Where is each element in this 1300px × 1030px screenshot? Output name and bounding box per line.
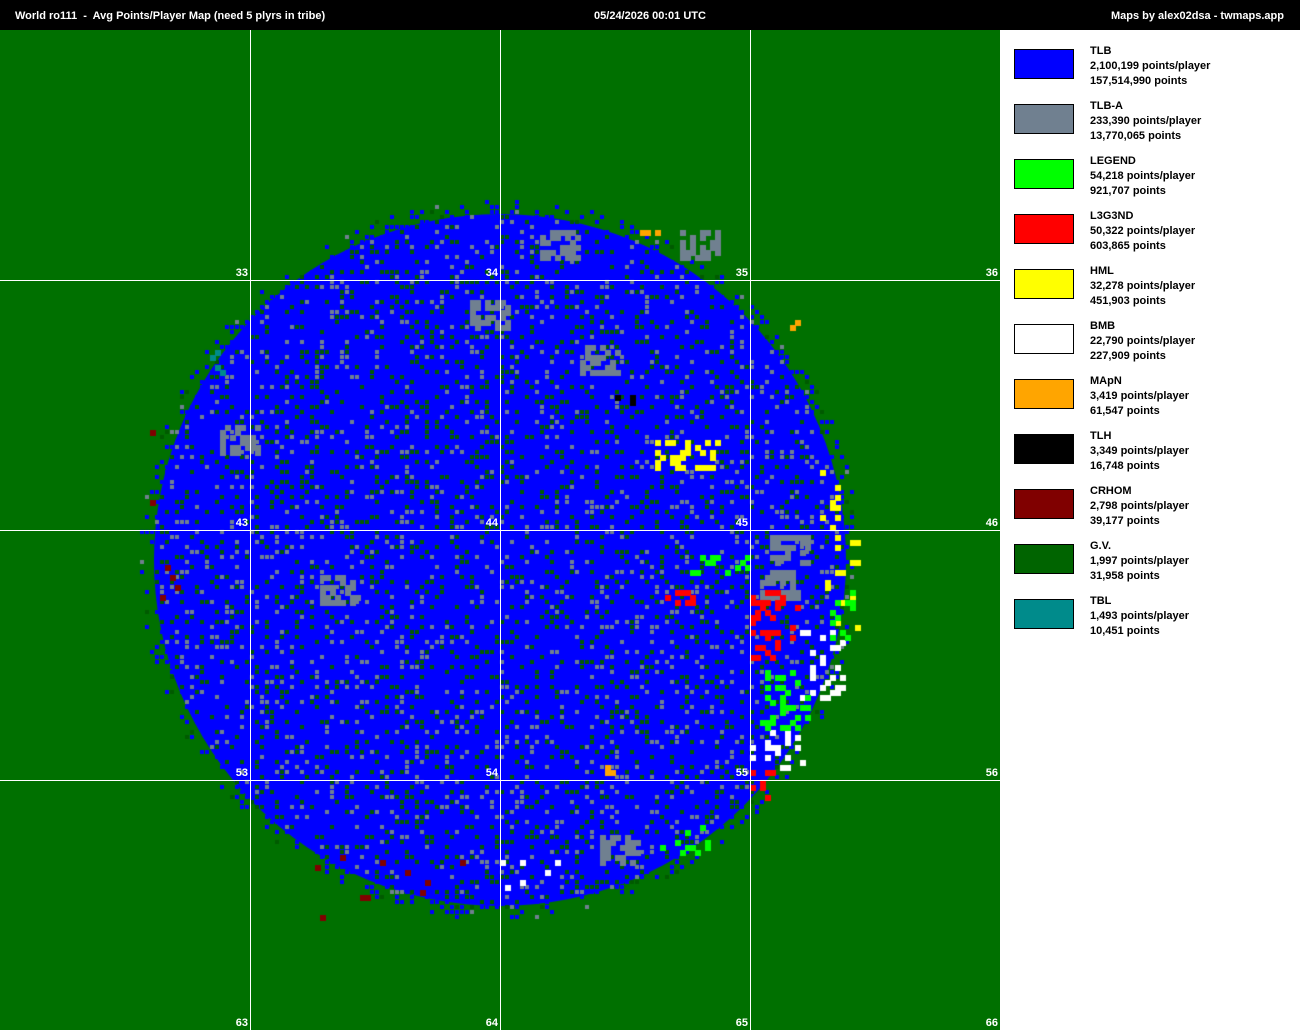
legend-tribe-name: TLB-A [1090, 100, 1123, 112]
continent-label: 55 [735, 767, 748, 779]
continent-label: 56 [985, 767, 998, 779]
legend-text: TLH 3,349 points/player 16,748 points [1090, 429, 1189, 474]
legend-item: TBL 1,493 points/player 10,451 points [1014, 594, 1294, 649]
legend-avg-points: 1,997 points/player [1090, 555, 1190, 567]
legend-text: G.V. 1,997 points/player 31,958 points [1090, 539, 1189, 584]
continent-label: 45 [735, 517, 748, 529]
legend-swatch [1014, 434, 1074, 464]
continent-label: 64 [485, 1017, 498, 1029]
legend-item: MApN 3,419 points/player 61,547 points [1014, 374, 1294, 429]
legend-item: HML 32,278 points/player 451,903 points [1014, 264, 1294, 319]
legend-total-points: 451,903 points [1090, 295, 1166, 307]
legend-item: L3G3ND 50,322 points/player 603,865 points [1014, 209, 1294, 264]
map-timestamp: 05/24/2026 00:01 UTC [594, 10, 706, 22]
legend-avg-points: 50,322 points/player [1090, 225, 1196, 237]
legend-total-points: 13,770,065 points [1090, 130, 1182, 142]
legend-tribe-name: TLB [1090, 45, 1112, 57]
legend-swatch [1014, 324, 1074, 354]
legend-avg-points: 2,798 points/player [1090, 500, 1190, 512]
continent-label: 34 [485, 267, 498, 279]
legend-swatch [1014, 269, 1074, 299]
continent-label: 66 [985, 1017, 998, 1029]
legend-tribe-name: L3G3ND [1090, 210, 1134, 222]
legend-total-points: 39,177 points [1090, 515, 1160, 527]
legend-avg-points: 3,349 points/player [1090, 445, 1190, 457]
legend-item: LEGEND 54,218 points/player 921,707 points [1014, 154, 1294, 209]
legend-total-points: 10,451 points [1090, 625, 1160, 637]
map-credit[interactable]: Maps by alex02dsa - twmaps.app [1111, 10, 1284, 22]
legend-tribe-name: MApN [1090, 375, 1122, 387]
legend-tribe-name: LEGEND [1090, 155, 1136, 167]
legend-swatch [1014, 489, 1074, 519]
legend-item: CRHOM 2,798 points/player 39,177 points [1014, 484, 1294, 539]
legend-avg-points: 233,390 points/player [1090, 115, 1202, 127]
legend-swatch [1014, 104, 1074, 134]
legend-item: TLB 2,100,199 points/player 157,514,990 po… [1014, 44, 1294, 99]
continent-label: 65 [735, 1017, 748, 1029]
continent-label: 63 [235, 1017, 248, 1029]
continent-label: 36 [985, 267, 998, 279]
legend-total-points: 16,748 points [1090, 460, 1160, 472]
legend-text: TBL 1,493 points/player 10,451 points [1090, 594, 1189, 639]
continent-label: 53 [235, 767, 248, 779]
continent-label: 43 [235, 517, 248, 529]
legend-tribe-name: HML [1090, 265, 1114, 277]
legend-item: G.V. 1,997 points/player 31,958 points [1014, 539, 1294, 594]
continent-label: 33 [235, 267, 248, 279]
legend-avg-points: 1,493 points/player [1090, 610, 1190, 622]
continent-label: 46 [985, 517, 998, 529]
legend-avg-points: 3,419 points/player [1090, 390, 1190, 402]
legend-tribe-name: CRHOM [1090, 485, 1132, 497]
grid-line-vertical [750, 30, 751, 1030]
continent-label: 44 [485, 517, 498, 529]
legend-swatch [1014, 599, 1074, 629]
legend-total-points: 61,547 points [1090, 405, 1160, 417]
legend-total-points: 227,909 points [1090, 350, 1166, 362]
legend-total-points: 157,514,990 points [1090, 75, 1188, 87]
legend-swatch [1014, 159, 1074, 189]
legend-tribe-name: BMB [1090, 320, 1116, 332]
legend-total-points: 921,707 points [1090, 185, 1166, 197]
legend-text: TLB 2,100,199 points/player 157,514,990 po… [1090, 44, 1210, 89]
grid-line-horizontal [0, 780, 1000, 781]
legend-swatch [1014, 214, 1074, 244]
legend-swatch [1014, 544, 1074, 574]
header-bar: World ro111 - Avg Points/Player Map (nee… [0, 0, 1300, 30]
legend-avg-points: 32,278 points/player [1090, 280, 1196, 292]
legend-tribe-name: TLH [1090, 430, 1112, 442]
legend-text: L3G3ND 50,322 points/player 603,865 points [1090, 209, 1195, 254]
legend-item: BMB 22,790 points/player 227,909 points [1014, 319, 1294, 374]
legend-item: TLH 3,349 points/player 16,748 points [1014, 429, 1294, 484]
legend-total-points: 603,865 points [1090, 240, 1166, 252]
legend-text: CRHOM 2,798 points/player 39,177 points [1090, 484, 1189, 529]
legend-swatch [1014, 379, 1074, 409]
legend-tribe-name: G.V. [1090, 540, 1111, 552]
legend-text: TLB-A 233,390 points/player 13,770,065 poi… [1090, 99, 1201, 144]
legend-text: LEGEND 54,218 points/player 921,707 points [1090, 154, 1195, 199]
continent-label: 54 [485, 767, 498, 779]
legend-text: MApN 3,419 points/player 61,547 points [1090, 374, 1189, 419]
legend-avg-points: 54,218 points/player [1090, 170, 1196, 182]
world-map[interactable]: 33 34 35 36 43 44 45 46 53 54 55 56 63 64 65 66 [0, 30, 1000, 1030]
tribe-legend: TLB 2,100,199 points/player 157,514,990 po… [1014, 44, 1294, 649]
legend-text: BMB 22,790 points/player 227,909 points [1090, 319, 1195, 364]
legend-avg-points: 2,100,199 points/player [1090, 60, 1211, 72]
continent-label: 35 [735, 267, 748, 279]
legend-text: HML 32,278 points/player 451,903 points [1090, 264, 1195, 309]
legend-item: TLB-A 233,390 points/player 13,770,065 poi… [1014, 99, 1294, 154]
legend-avg-points: 22,790 points/player [1090, 335, 1196, 347]
grid-line-horizontal [0, 530, 1000, 531]
legend-swatch [1014, 49, 1074, 79]
legend-total-points: 31,958 points [1090, 570, 1160, 582]
legend-tribe-name: TBL [1090, 595, 1112, 607]
